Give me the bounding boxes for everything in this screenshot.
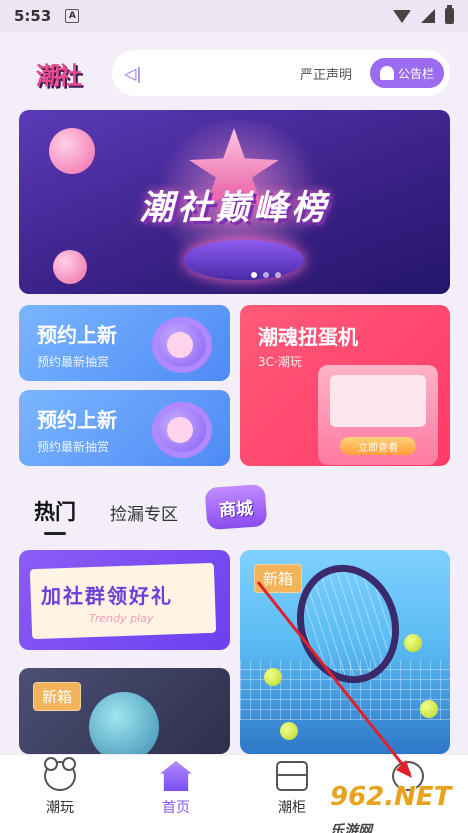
notice-text[interactable]: 严正声明 bbox=[300, 64, 352, 83]
wifi-icon bbox=[393, 9, 411, 23]
preorder-title: 预约上新 bbox=[37, 323, 117, 347]
bear-icon bbox=[44, 757, 76, 791]
preorder-card-1[interactable]: 预约上新 预约最新抽赏 bbox=[19, 305, 230, 381]
watermark-sub: 乐游网 bbox=[330, 823, 372, 833]
promo-subtitle: Trendy play bbox=[89, 612, 154, 625]
notice-bar[interactable]: ◁| 严正声明 公告栏 bbox=[112, 50, 450, 96]
tennis-ball bbox=[404, 634, 422, 652]
tennis-ball bbox=[264, 668, 282, 686]
banner-title: 潮社巅峰榜 bbox=[139, 188, 330, 228]
status-icons bbox=[393, 5, 454, 24]
hero-banner[interactable]: 潮社巅峰榜 bbox=[19, 110, 450, 294]
tennis-ball bbox=[280, 722, 298, 740]
character-figure bbox=[89, 692, 159, 754]
blind-box-card-2[interactable]: 新箱 bbox=[240, 550, 450, 754]
status-bar: 5:53 A bbox=[0, 0, 468, 32]
category-tabs: 热门 捡漏专区 商城 bbox=[0, 483, 468, 538]
pink-ball-decoration bbox=[49, 128, 95, 174]
site-watermark: 962.NET 乐游网 bbox=[330, 782, 451, 833]
signal-icon bbox=[421, 9, 435, 23]
tab-bargain-zone[interactable]: 捡漏专区 bbox=[110, 500, 178, 525]
nav-home[interactable]: 首页 bbox=[136, 761, 216, 825]
tab-hot-underline bbox=[44, 532, 66, 535]
carousel-dots[interactable] bbox=[251, 272, 281, 278]
nav-toys[interactable]: 潮玩 bbox=[20, 757, 100, 825]
app-notification-icon: A bbox=[65, 9, 80, 23]
new-box-tag: 新箱 bbox=[254, 564, 303, 593]
pink-ball-decoration bbox=[53, 250, 87, 284]
tab-mall[interactable]: 商城 bbox=[204, 483, 268, 531]
promo-title: 加社群领好礼 bbox=[41, 584, 173, 608]
app-logo: 潮社 bbox=[36, 61, 82, 90]
carousel-dot[interactable] bbox=[263, 272, 269, 278]
blind-box-card-1[interactable]: 新箱 bbox=[19, 668, 230, 754]
gacha-subtitle: 3C·潮玩 bbox=[258, 355, 302, 369]
community-promo-card[interactable]: 加社群领好礼 Trendy play bbox=[19, 550, 230, 650]
alarm-clock-icon bbox=[152, 402, 212, 458]
nav-toys-label: 潮玩 bbox=[46, 800, 74, 816]
new-box-tag: 新箱 bbox=[33, 682, 82, 711]
watermark-main: 962 bbox=[330, 782, 385, 812]
cabinet-icon bbox=[276, 761, 308, 791]
gacha-card[interactable]: 潮魂扭蛋机 3C·潮玩 立即查看 bbox=[240, 305, 450, 466]
preorder-title: 预约上新 bbox=[37, 408, 117, 432]
home-icon bbox=[160, 761, 192, 791]
announcement-button[interactable]: 公告栏 bbox=[369, 58, 444, 88]
tab-hot[interactable]: 热门 bbox=[34, 496, 76, 526]
alarm-clock-icon bbox=[152, 317, 212, 373]
gacha-window bbox=[330, 375, 426, 427]
nav-cabinet-label: 潮柜 bbox=[278, 800, 306, 816]
gacha-view-button[interactable]: 立即查看 bbox=[340, 437, 416, 455]
carousel-dot[interactable] bbox=[275, 272, 281, 278]
nav-cabinet[interactable]: 潮柜 bbox=[252, 761, 332, 825]
tennis-ball bbox=[420, 700, 438, 718]
preorder-subtitle: 预约最新抽赏 bbox=[37, 355, 110, 369]
speaker-icon: ◁| bbox=[124, 63, 142, 83]
gacha-title: 潮魂扭蛋机 bbox=[258, 325, 358, 349]
nav-home-label: 首页 bbox=[162, 800, 190, 816]
bell-icon bbox=[379, 66, 394, 80]
preorder-card-2[interactable]: 预约上新 预约最新抽赏 bbox=[19, 390, 230, 466]
top-bar: 潮社 ◁| 严正声明 公告栏 bbox=[18, 48, 450, 98]
carousel-dot[interactable] bbox=[251, 272, 257, 278]
preorder-subtitle: 预约最新抽赏 bbox=[37, 440, 110, 454]
status-time: 5:53 bbox=[14, 7, 52, 25]
podium-decoration bbox=[184, 240, 304, 280]
gacha-machine-illustration: 立即查看 bbox=[318, 365, 438, 465]
battery-icon bbox=[445, 5, 454, 24]
watermark-suffix: .NET bbox=[384, 782, 452, 812]
announcement-label: 公告栏 bbox=[397, 66, 434, 81]
